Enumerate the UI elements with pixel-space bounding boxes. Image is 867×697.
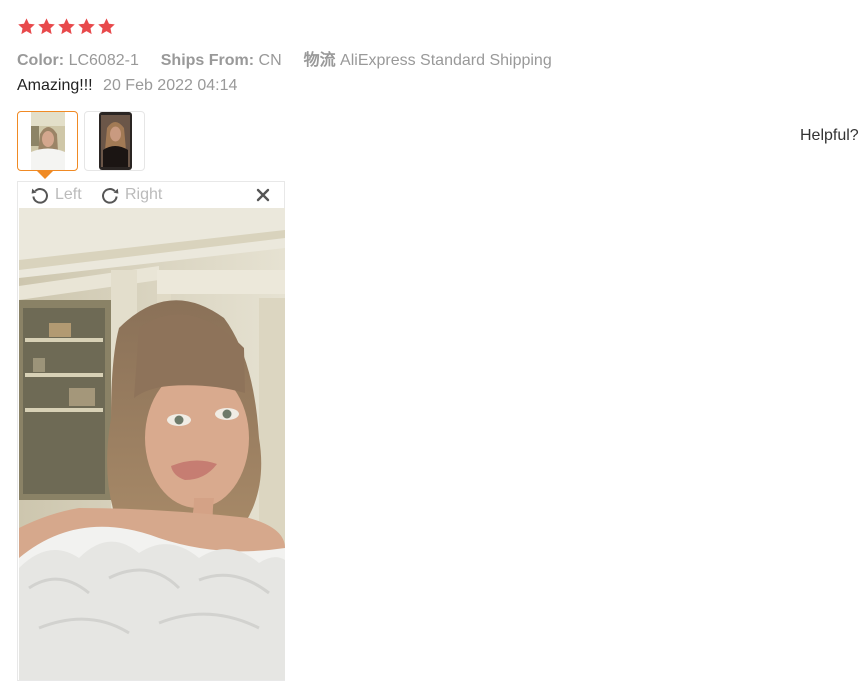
rotate-right-icon xyxy=(102,188,119,204)
review-photo-thumbnail-2[interactable] xyxy=(84,111,145,171)
star-icon xyxy=(38,18,55,35)
star-icon xyxy=(78,18,95,35)
review-photo-thumbnail-image xyxy=(99,112,132,170)
ships-from-label: Ships From: xyxy=(160,52,255,69)
rotate-left-label: Left xyxy=(55,186,82,203)
review-date: 20 Feb 2022 04:14 xyxy=(103,77,238,94)
ships-from-value: CN xyxy=(258,52,282,69)
rotate-left-icon xyxy=(31,188,48,204)
review-photo-thumbnail-image xyxy=(31,112,65,170)
star-icon xyxy=(98,18,115,35)
review-photo-large xyxy=(19,208,285,680)
selected-thumbnail-pointer xyxy=(37,171,53,179)
star-icon xyxy=(18,18,35,35)
rotate-right-button[interactable]: Right xyxy=(100,183,162,207)
review-meta: Color: LC6082-1 Ships From: CN 物流 AliExp… xyxy=(17,46,552,70)
review-text: Amazing!!! xyxy=(17,77,93,94)
photo-viewer-toolbar: Left Right xyxy=(18,182,284,208)
color-value: LC6082-1 xyxy=(68,52,139,69)
review-content: Amazing!!! 20 Feb 2022 04:14 xyxy=(17,77,237,95)
photo-viewer: Left Right xyxy=(17,181,285,681)
review-photo-thumbnails xyxy=(17,111,145,179)
helpful-button[interactable]: Helpful? xyxy=(800,127,859,145)
star-rating xyxy=(17,17,116,36)
star-icon xyxy=(58,18,75,35)
rotate-left-button[interactable]: Left xyxy=(30,183,82,207)
logistics-label: 物流 xyxy=(303,52,336,69)
close-icon[interactable] xyxy=(254,186,272,204)
color-label: Color: xyxy=(17,52,65,69)
review-photo-thumbnail-1[interactable] xyxy=(17,111,78,179)
logistics-value: AliExpress Standard Shipping xyxy=(340,52,552,69)
rotate-right-label: Right xyxy=(125,186,163,203)
